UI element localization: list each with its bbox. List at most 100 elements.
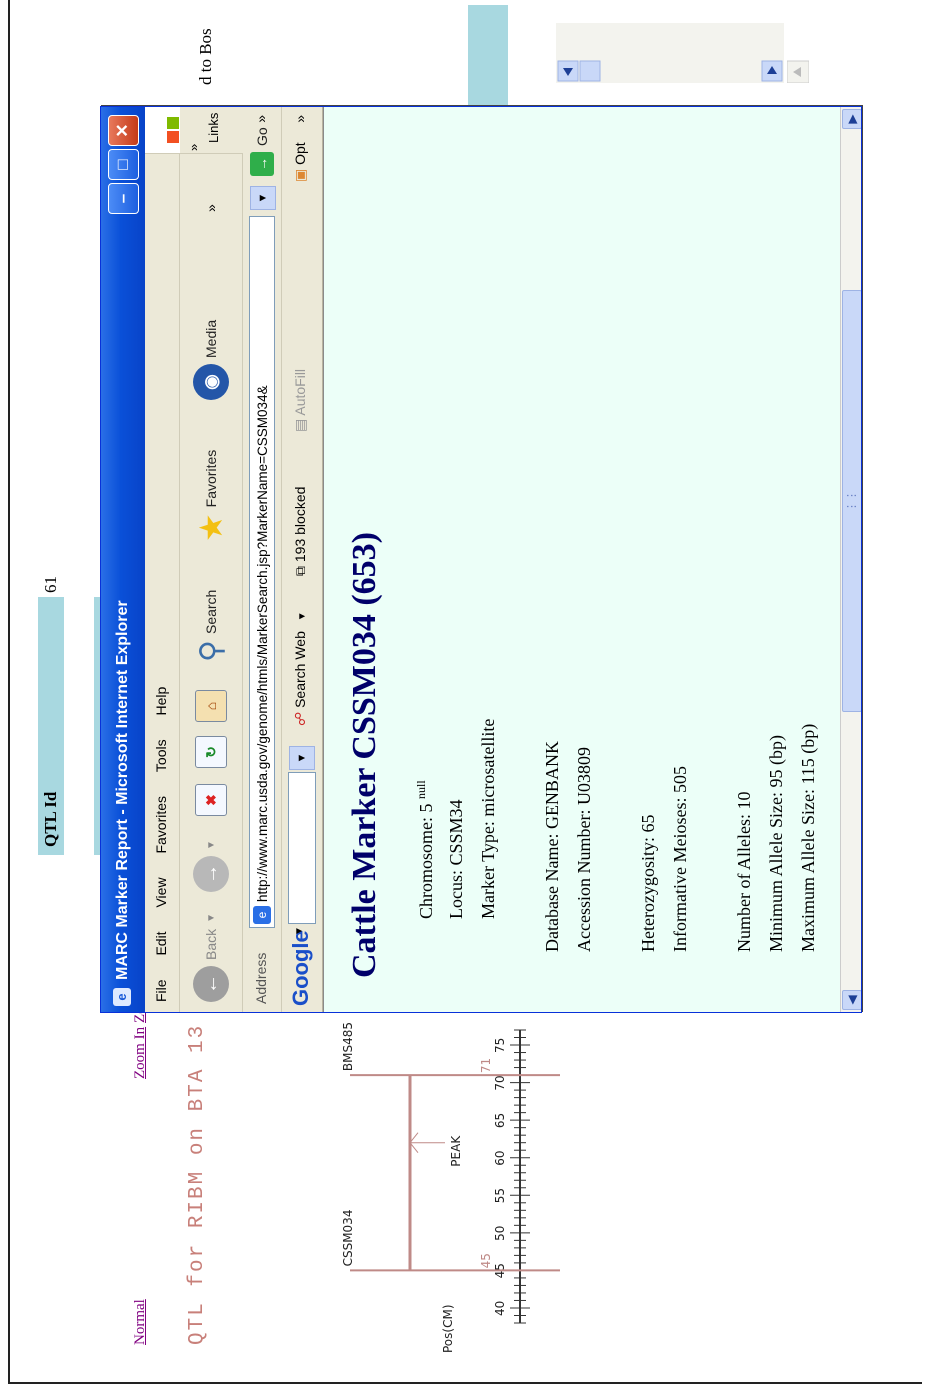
search-web-button[interactable]: ☍ Search Web ▼ — [292, 611, 309, 726]
page-icon: e — [253, 906, 271, 924]
options-button[interactable]: ▣ Opt — [292, 142, 309, 182]
menu-view[interactable]: View — [145, 867, 169, 917]
page-content: Cattle Marker CSSM034 (653) Chromosome: … — [323, 107, 861, 1012]
close-button[interactable]: ✕ — [108, 115, 139, 146]
favorites-label: Favorites — [203, 449, 219, 508]
address-input[interactable]: e http://www.marc.usda.gov/genome/htmls/… — [249, 216, 275, 928]
search-button[interactable]: ⚲ Search — [189, 590, 233, 662]
left-marker-label: CSSM034 — [341, 1210, 355, 1267]
qtl-id-header: QTL Id — [38, 597, 64, 855]
refresh-icon: ↻ — [195, 736, 227, 768]
min-allele-size-line: Minimum Allele Size: 95 (bp) — [766, 735, 786, 952]
accession-number-line: Accession Number: U03809 — [574, 747, 594, 952]
max-allele-size-line: Maximum Allele Size: 115 (bp) — [798, 723, 818, 952]
address-label: Address — [253, 952, 269, 1004]
window-title: MARC Marker Report - Microsoft Internet … — [114, 600, 131, 980]
home-button[interactable]: ⌂ — [189, 690, 233, 722]
menu-favorites[interactable]: Favorites — [145, 786, 169, 864]
forward-dropdown-icon[interactable]: ▼ — [206, 840, 217, 850]
heterozygosity-line: Heterozygosity: 65 — [638, 814, 658, 952]
address-bar: Address e http://www.marc.usda.gov/genom… — [243, 107, 282, 1012]
popup-blocker-icon: ⧉ — [292, 566, 308, 576]
chromosome-text: Chromosome: 5 — [416, 803, 436, 920]
home-icon: ⌂ — [195, 690, 227, 722]
qtl-id-value: 61 — [41, 576, 60, 593]
go-button[interactable]: → Go — [249, 127, 275, 176]
menu-help[interactable]: Help — [145, 677, 169, 726]
google-dropdown-icon[interactable]: ▼ — [294, 926, 305, 936]
search-web-label: Search Web — [292, 631, 308, 708]
standard-toolbar: ← Back ▼ → ▼ ✖ ↻ ⌂ ⚲ Search ★ Favorites … — [180, 153, 243, 1012]
blocked-count-label: 193 blocked — [292, 486, 308, 563]
refresh-button[interactable]: ↻ — [189, 736, 233, 768]
links-label: Links — [206, 112, 221, 143]
options-label: Opt — [292, 142, 308, 165]
axis-tick-label: 60 — [493, 1150, 507, 1165]
autofill-icon: ▤ — [292, 418, 308, 432]
favorites-button[interactable]: ★ Favorites — [189, 450, 233, 542]
back-arrow-icon: ← — [193, 966, 229, 1002]
toolbar-chevron[interactable]: » — [189, 204, 233, 212]
menu-tools[interactable]: Tools — [145, 729, 169, 782]
chevron-icon[interactable]: » — [253, 115, 269, 123]
axis-tick-label: 70 — [493, 1075, 507, 1090]
zoom-in-link[interactable]: Zoom In — [132, 1027, 149, 1079]
binoculars-icon: ☍ — [292, 711, 308, 726]
axis-tick-label: 40 — [493, 1301, 507, 1316]
axis-tick-label: 50 — [493, 1226, 507, 1241]
google-logo[interactable]: Google — [288, 930, 314, 1006]
media-label: Media — [203, 319, 219, 358]
media-globe-icon: ◉ — [193, 364, 229, 400]
autofill-button[interactable]: ▤ AutoFill — [292, 369, 309, 432]
address-url: http://www.marc.usda.gov/genome/htmls/Ma… — [254, 385, 270, 902]
scroll-left-icon[interactable]: ◀ — [842, 990, 861, 1010]
back-button[interactable]: ← Back ▼ — [189, 913, 233, 1002]
back-dropdown-icon[interactable]: ▼ — [206, 913, 217, 923]
maximize-button[interactable]: □ — [108, 149, 139, 180]
search-web-dropdown-icon[interactable]: ▼ — [297, 611, 308, 621]
marker-title: Cattle Marker CSSM034 (653) — [346, 531, 383, 978]
menu-bar: File Edit View Favorites Tools Help — [145, 107, 180, 1012]
address-dropdown-icon[interactable]: ▼ — [250, 186, 276, 210]
go-arrow-icon: → — [250, 152, 274, 176]
axis-unit-label: Pos(CM) — [441, 1305, 455, 1354]
database-name-line: Database Name: GENBANK — [542, 741, 562, 952]
back-label: Back — [203, 928, 219, 960]
right-marker-label: BMS485 — [341, 1022, 355, 1071]
popup-blocker-button[interactable]: ⧉ 193 blocked — [292, 487, 309, 576]
scroll-right-icon[interactable]: ▶ — [842, 109, 861, 129]
background-cell — [468, 5, 508, 105]
number-of-alleles-line: Number of Alleles: 10 — [734, 791, 754, 952]
media-button[interactable]: ◉ Media — [189, 320, 233, 400]
google-input-dropdown-icon[interactable]: ▼ — [289, 746, 315, 770]
normal-link[interactable]: Normal — [132, 1299, 149, 1345]
browser-window: e MARC Marker Report - Microsoft Interne… — [100, 106, 862, 1013]
chromosome-line: Chromosome: 5 null — [414, 780, 437, 919]
marker-type-line: Marker Type: microsatellite — [478, 718, 498, 919]
stop-button[interactable]: ✖ — [189, 784, 233, 816]
search-icon: ⚲ — [194, 640, 228, 662]
google-toolbar: Google ▼ ▼ ☍ Search Web ▼ ⧉ 193 blocked … — [282, 107, 323, 1012]
google-search-input[interactable] — [288, 772, 316, 924]
rotated-screen: Normal Zoom In Zo QTL for RIBM on BTA 13… — [0, 0, 926, 1385]
forward-button[interactable]: → ▼ — [189, 840, 233, 892]
chevron-icon: » — [186, 143, 201, 151]
minimize-button[interactable]: – — [108, 183, 139, 214]
interval-start-label: 45 — [479, 1253, 493, 1268]
menu-edit[interactable]: Edit — [145, 921, 169, 965]
axis-tick-label: 55 — [493, 1188, 507, 1203]
title-bar[interactable]: e MARC Marker Report - Microsoft Interne… — [101, 107, 145, 1012]
qtl-map: Pos(CM) 40455055606570754571PEAKCSSM034BM… — [341, 1022, 560, 1354]
chevron-icon[interactable]: » — [292, 115, 308, 123]
scroll-thumb[interactable]: ⋮⋮ — [842, 290, 861, 712]
background-scrollbar[interactable] — [556, 23, 784, 83]
chromosome-sup: null — [414, 780, 428, 799]
background-scroll-arrow[interactable] — [786, 23, 810, 84]
menu-file[interactable]: File — [145, 969, 169, 1012]
forward-arrow-icon: → — [193, 856, 229, 892]
search-label: Search — [203, 589, 219, 635]
horizontal-scrollbar[interactable]: ◀ ⋮⋮ ▶ — [840, 107, 861, 1012]
links-section[interactable]: » Links — [180, 107, 242, 154]
interval-end-label: 71 — [479, 1058, 493, 1073]
peak-label: PEAK — [449, 1135, 463, 1167]
